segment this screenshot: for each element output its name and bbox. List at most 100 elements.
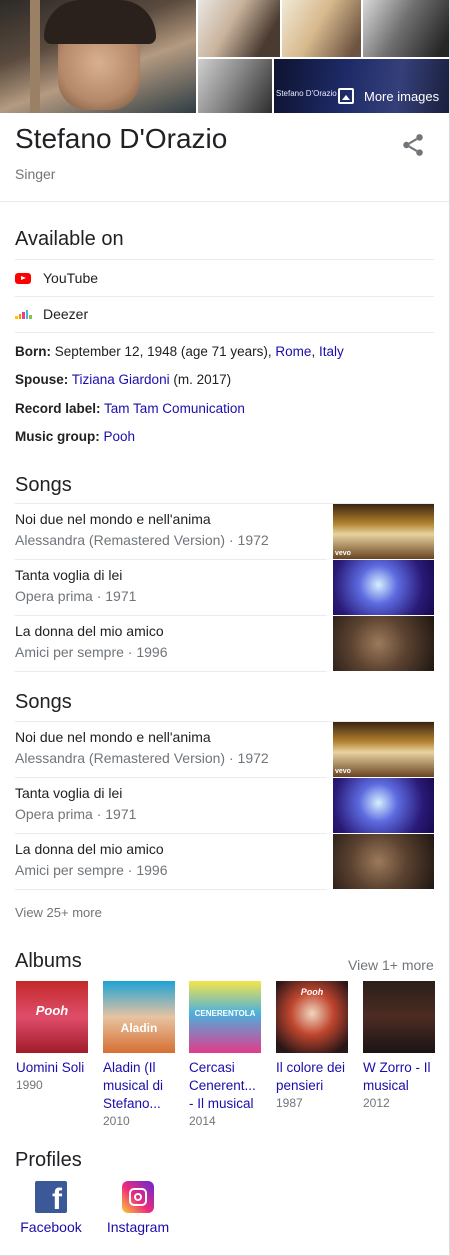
profiles-heading: Profiles xyxy=(15,1149,82,1171)
main-photo[interactable] xyxy=(0,0,196,113)
song-meta: Opera prima · 1971 xyxy=(15,588,137,604)
photo-thumbnail[interactable] xyxy=(282,0,361,57)
available-on-label: Deezer xyxy=(43,306,89,322)
profile-label: Instagram xyxy=(106,1219,170,1235)
song-item[interactable]: La donna del mio amico Amici per sempre … xyxy=(15,834,434,890)
album-title-line: Cenerent... xyxy=(189,1078,256,1093)
song-thumbnail xyxy=(333,778,434,833)
more-images-label: More images xyxy=(364,88,440,104)
album-title-line: Il colore dei xyxy=(276,1060,346,1075)
share-icon[interactable] xyxy=(400,132,426,158)
born-place-link[interactable]: Rome xyxy=(275,344,311,359)
song-thumbnail: vevo xyxy=(333,504,434,559)
facebook-icon: f xyxy=(35,1181,67,1215)
album-cover-text: Aladin xyxy=(120,1021,158,1035)
fact-label: Spouse: xyxy=(15,372,69,387)
available-on-label: YouTube xyxy=(43,270,99,286)
entity-subtitle: Singer xyxy=(15,166,56,182)
song-item[interactable]: Tanta voglia di lei Opera prima · 1971 xyxy=(15,560,434,616)
fact-value: September 12, 1948 (age 71 years), xyxy=(54,344,272,359)
album-title-line: Cercasi xyxy=(189,1060,235,1075)
song-meta: Opera prima · 1971 xyxy=(15,806,137,822)
song-title: Tanta voglia di lei xyxy=(15,567,123,583)
deezer-icon xyxy=(15,309,32,319)
song-item[interactable]: Noi due nel mondo e nell'anima Alessandr… xyxy=(15,504,434,560)
song-title: Noi due nel mondo e nell'anima xyxy=(15,729,211,745)
profile-label: Facebook xyxy=(20,1219,82,1235)
album-title: Il colore dei pensieri xyxy=(276,1059,350,1095)
album-item[interactable]: W Zorro - Il musical 2012 xyxy=(363,981,437,1111)
album-year: 1987 xyxy=(276,1096,303,1110)
album-title-line: musical di xyxy=(103,1078,164,1093)
record-label-link[interactable]: Tam Tam Comunication xyxy=(104,401,245,416)
song-thumbnail xyxy=(333,834,434,889)
fact-label: Record label: xyxy=(15,401,101,416)
photo-thumbnail[interactable] xyxy=(363,0,449,57)
album-title-line: pensieri xyxy=(276,1078,324,1093)
songs-heading: Songs xyxy=(15,691,72,713)
vevo-logo: vevo xyxy=(335,550,351,557)
album-year: 2012 xyxy=(363,1096,390,1110)
divider xyxy=(0,201,449,202)
song-thumbnail xyxy=(333,560,434,615)
instagram-icon xyxy=(122,1181,154,1213)
album-cover: Aladin xyxy=(103,981,175,1053)
album-year: 2014 xyxy=(189,1114,216,1128)
album-title-line: Uomini Soli xyxy=(16,1060,85,1075)
album-cover: Pooh xyxy=(276,981,348,1053)
album-item[interactable]: Pooh Il colore dei pensieri 1987 xyxy=(276,981,350,1111)
view-more-songs-link[interactable]: View 25+ more xyxy=(15,905,102,920)
song-thumbnail: vevo xyxy=(333,722,434,777)
song-title: Tanta voglia di lei xyxy=(15,785,123,801)
more-images-button[interactable]: More images xyxy=(338,84,439,108)
album-year: 1990 xyxy=(16,1078,43,1092)
divider xyxy=(15,671,327,672)
album-cover: CENERENTOLA xyxy=(189,981,261,1053)
profile-facebook[interactable]: f Facebook xyxy=(16,1181,86,1235)
available-on-deezer[interactable]: Deezer xyxy=(15,296,434,332)
album-title: W Zorro - Il musical xyxy=(363,1059,437,1095)
song-title: Noi due nel mondo e nell'anima xyxy=(15,511,211,527)
song-meta: Amici per sempre · 1996 xyxy=(15,644,168,660)
song-meta: Amici per sempre · 1996 xyxy=(15,862,168,878)
song-item[interactable]: Tanta voglia di lei Opera prima · 1971 xyxy=(15,778,434,834)
album-item[interactable]: CENERENTOLA Cercasi Cenerent... - Il mus… xyxy=(189,981,263,1129)
album-cover-text: Pooh xyxy=(35,1003,69,1018)
profile-instagram[interactable]: Instagram xyxy=(103,1181,173,1235)
song-item[interactable]: Noi due nel mondo e nell'anima Alessandr… xyxy=(15,722,434,778)
music-group-link[interactable]: Pooh xyxy=(104,429,136,444)
album-title-line: Aladin (Il xyxy=(103,1060,156,1075)
available-on-youtube[interactable]: YouTube xyxy=(15,260,434,296)
album-cover xyxy=(363,981,435,1053)
fact-music-group: Music group: Pooh xyxy=(15,429,135,444)
album-title-line: - Il musical xyxy=(189,1096,254,1111)
fact-value: (m. 2017) xyxy=(173,372,232,387)
songs-heading: Songs xyxy=(15,474,72,496)
image-icon xyxy=(338,88,354,104)
spouse-link[interactable]: Tiziana Giardoni xyxy=(72,372,170,387)
entity-title: Stefano D'Orazio xyxy=(15,123,228,154)
song-meta: Alessandra (Remastered Version) · 1972 xyxy=(15,750,269,766)
born-country-link[interactable]: Italy xyxy=(319,344,344,359)
album-title: Cercasi Cenerent... - Il musical xyxy=(189,1059,263,1113)
album-item[interactable]: Aladin Aladin (Il musical di Stefano... … xyxy=(103,981,177,1129)
song-meta: Alessandra (Remastered Version) · 1972 xyxy=(15,532,269,548)
album-title: Aladin (Il musical di Stefano... xyxy=(103,1059,177,1113)
photo-caption: Stefano D'Orazio xyxy=(276,89,337,98)
song-title: La donna del mio amico xyxy=(15,841,164,857)
album-item[interactable]: Pooh Uomini Soli 1990 xyxy=(16,981,90,1093)
photo-thumbnail[interactable] xyxy=(198,59,272,113)
fact-label: Music group: xyxy=(15,429,100,444)
fact-separator: , xyxy=(311,344,316,359)
knowledge-panel: Stefano D'Orazio More images Stefano D'O… xyxy=(0,0,450,1256)
available-on-heading: Available on xyxy=(15,228,124,250)
albums-heading: Albums xyxy=(15,950,82,972)
song-item[interactable]: La donna del mio amico Amici per sempre … xyxy=(15,616,434,672)
view-more-albums-link[interactable]: View 1+ more xyxy=(348,957,434,973)
fact-label: Born: xyxy=(15,344,51,359)
youtube-icon xyxy=(15,272,31,284)
album-title-line: musical xyxy=(363,1078,409,1093)
photo-thumbnail[interactable] xyxy=(198,0,280,57)
fact-born: Born: September 12, 1948 (age 71 years),… xyxy=(15,344,344,359)
photo-strip: Stefano D'Orazio More images xyxy=(0,0,449,113)
